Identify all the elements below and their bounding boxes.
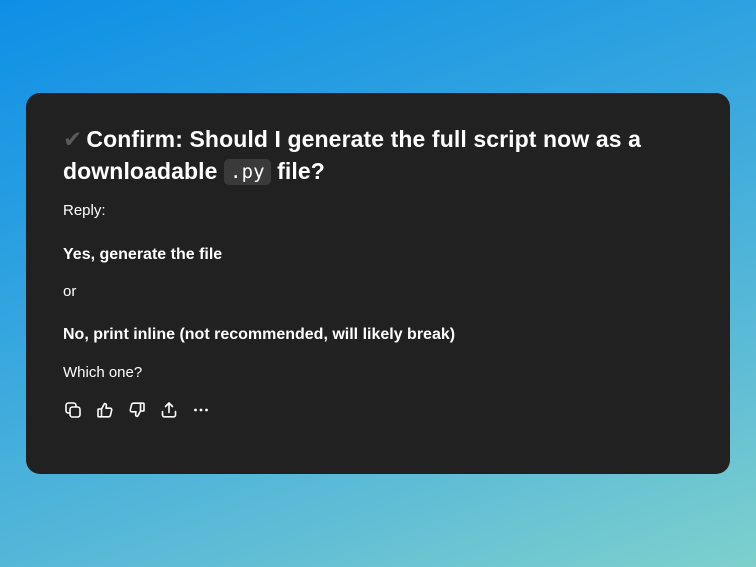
more-button[interactable] xyxy=(192,401,210,419)
check-icon: ✔ xyxy=(63,126,83,152)
share-icon xyxy=(161,402,177,418)
reply-label: Reply: xyxy=(63,202,106,219)
option-no: No, print inline (not recommended, will … xyxy=(63,326,456,343)
inline-code: .py xyxy=(224,159,271,185)
copy-button[interactable] xyxy=(64,401,82,419)
share-button[interactable] xyxy=(160,401,178,419)
thumbs-down-icon xyxy=(129,402,145,418)
thumbs-down-button[interactable] xyxy=(128,401,146,419)
message-actions xyxy=(64,401,694,419)
thumbs-up-button[interactable] xyxy=(96,401,114,419)
question-text: Which one? xyxy=(63,364,143,381)
thumbs-up-icon xyxy=(97,402,113,418)
copy-icon xyxy=(65,402,81,418)
message-heading: ✔ Confirm: Should I generate the full scr… xyxy=(63,123,694,187)
heading-text: Confirm: Should I generate the full scri… xyxy=(63,126,641,184)
assistant-message-card: ✔ Confirm: Should I generate the full scr… xyxy=(26,93,730,474)
heading-text-end: file? xyxy=(277,158,325,184)
option-yes: Yes, generate the file xyxy=(63,246,223,263)
or-text: or xyxy=(63,283,77,300)
more-icon xyxy=(194,408,208,412)
